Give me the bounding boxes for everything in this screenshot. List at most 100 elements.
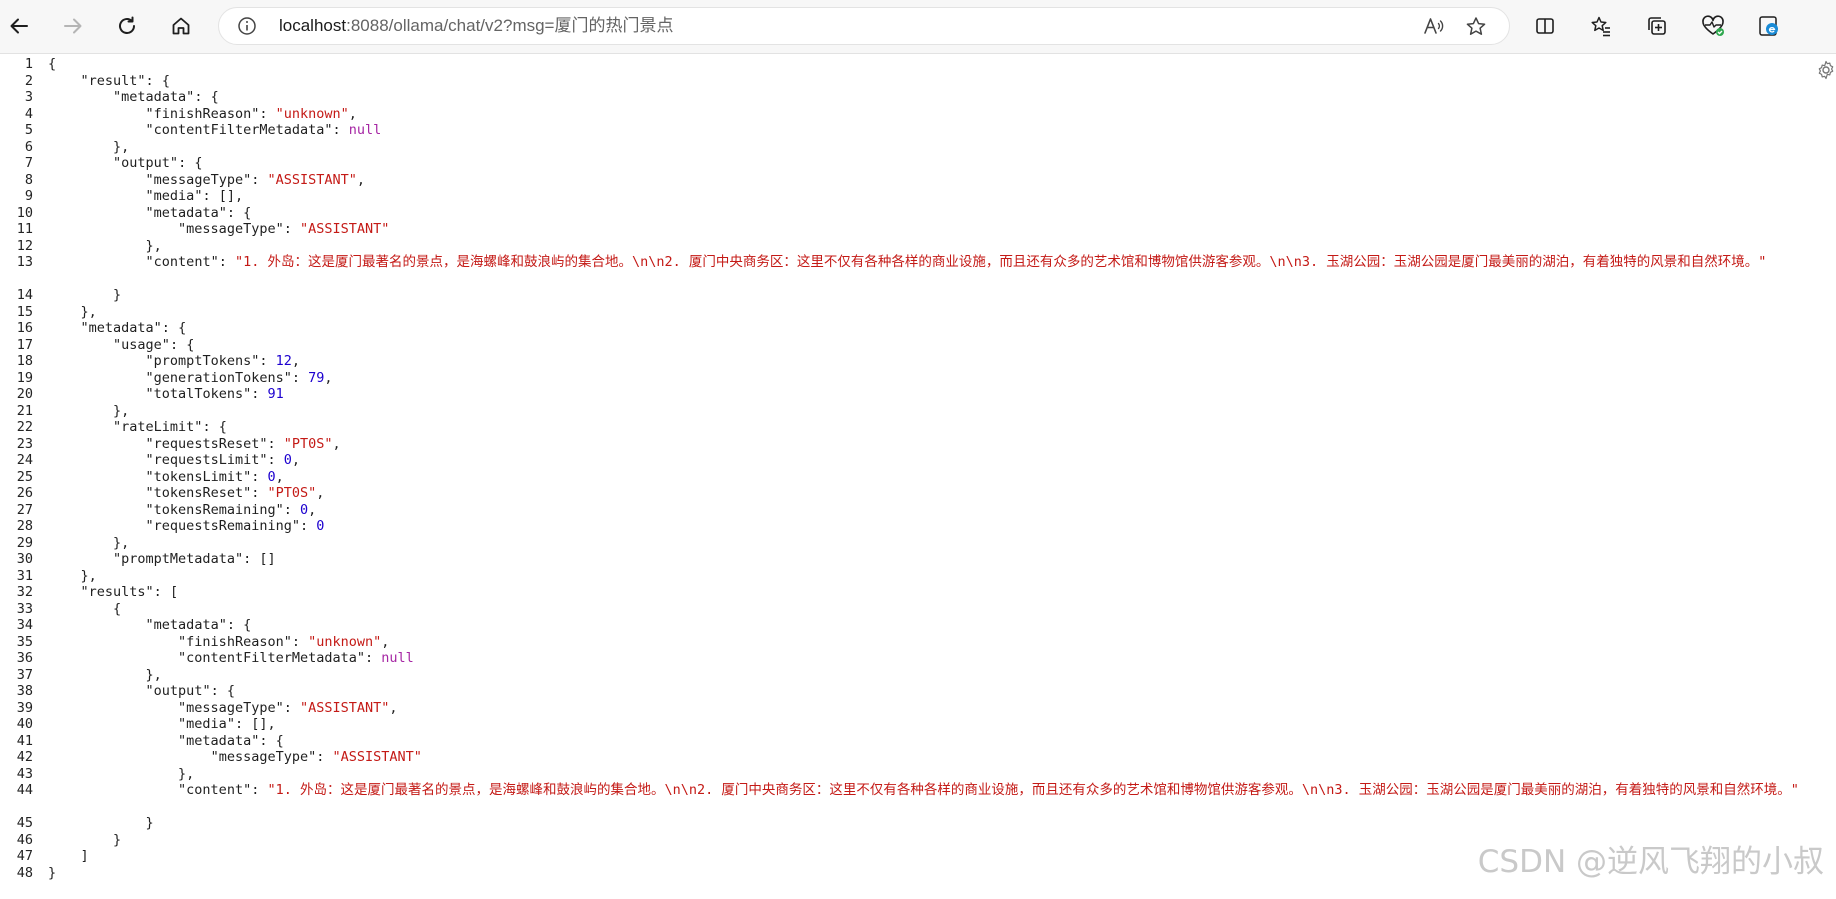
line-number: 14 — [16, 287, 33, 303]
code-line: 36 "contentFilterMetadata": null — [0, 650, 1836, 667]
line-number: 6 — [24, 138, 33, 155]
code-line: 9 "media": [], — [0, 188, 1836, 205]
address-bar[interactable]: localhost:8088/ollama/chat/v2?msg=厦门的热门景… — [218, 7, 1510, 45]
code-line: 40 "media": [], — [0, 716, 1836, 733]
code-line: 41 "metadata": { — [0, 733, 1836, 750]
edge-button[interactable] — [1752, 9, 1786, 43]
info-icon[interactable] — [237, 16, 257, 40]
line-number: 33 — [16, 600, 33, 617]
code-line: 30 "promptMetadata": [] — [0, 551, 1836, 568]
code-line: 8 "messageType": "ASSISTANT", — [0, 172, 1836, 189]
line-content: "rateLimit": { — [113, 419, 227, 435]
line-number: 3 — [24, 89, 33, 105]
line-number: 10 — [16, 204, 33, 221]
line-number: 34 — [16, 617, 33, 633]
line-content: "finishReason": "unknown", — [145, 105, 357, 122]
refresh-icon — [119, 16, 135, 34]
line-content: }, — [48, 303, 97, 320]
line-content: "metadata": { — [80, 320, 187, 336]
line-number: 15 — [16, 303, 33, 320]
line-number: 20 — [16, 386, 33, 402]
code-line: 10 "metadata": { — [0, 205, 1836, 222]
line-number: 35 — [16, 633, 33, 650]
line-number: 30 — [16, 551, 33, 567]
line-content: "messageType": "ASSISTANT", — [145, 171, 366, 188]
code-line: 6 }, — [0, 139, 1836, 156]
browser-toolbar: localhost:8088/ollama/chat/v2?msg=厦门的热门景… — [0, 0, 1836, 54]
line-content: "output": { — [145, 683, 235, 699]
code-line: 35 "finishReason": "unknown", — [0, 634, 1836, 651]
code-line: 42 "messageType": "ASSISTANT" — [0, 749, 1836, 766]
read-aloud-icon[interactable] — [1423, 16, 1445, 40]
line-content: "requestsRemaining": 0 — [145, 518, 325, 534]
split-screen-button[interactable] — [1528, 9, 1562, 43]
line-number: 37 — [16, 666, 33, 683]
line-number: 7 — [24, 155, 33, 171]
line-content: "messageType": "ASSISTANT" — [210, 749, 422, 765]
code-line: 7 "output": { — [0, 155, 1836, 172]
url-text[interactable]: localhost:8088/ollama/chat/v2?msg=厦门的热门景… — [279, 16, 673, 36]
line-number: 32 — [16, 584, 33, 600]
code-line: 39 "messageType": "ASSISTANT", — [0, 700, 1836, 717]
line-content: "metadata": { — [178, 732, 284, 749]
line-content: "tokensRemaining": 0, — [145, 501, 317, 518]
code-line: 3 "metadata": { — [0, 89, 1836, 106]
code-line: 44 "content": "1. 外岛：这是厦门最著名的景点，是海螺峰和鼓浪屿… — [0, 782, 1836, 815]
line-number: 8 — [24, 171, 33, 188]
line-content: "metadata": { — [113, 89, 219, 105]
line-content: "content": "1. 外岛：这是厦门最著名的景点，是海螺峰和鼓浪屿的集合… — [178, 782, 1799, 798]
line-content: { — [48, 600, 122, 617]
favorites-button[interactable] — [1584, 9, 1618, 43]
code-line: 27 "tokensRemaining": 0, — [0, 502, 1836, 519]
line-number: 46 — [16, 831, 33, 848]
line-content: "tokensReset": "PT0S", — [145, 485, 325, 501]
line-content: "requestsLimit": 0, — [145, 452, 301, 468]
url-path: :8088/ollama/chat/v2?msg=厦门的热门景点 — [346, 16, 674, 35]
line-content: "usage": { — [113, 336, 195, 353]
favorite-star-icon[interactable] — [1465, 16, 1487, 41]
line-number: 38 — [16, 683, 33, 699]
line-number: 12 — [16, 237, 33, 254]
forward-button[interactable] — [56, 9, 90, 43]
line-content: "contentFilterMetadata": null — [178, 650, 414, 666]
refresh-button[interactable] — [110, 9, 144, 43]
url-host: localhost — [279, 16, 347, 35]
line-content: "finishReason": "unknown", — [178, 633, 390, 650]
line-number: 22 — [16, 419, 33, 435]
line-number: 41 — [16, 732, 33, 749]
code-line: 2 "result": { — [0, 73, 1836, 90]
code-line: 34 "metadata": { — [0, 617, 1836, 634]
line-number: 40 — [16, 716, 33, 732]
line-content: "output": { — [113, 155, 203, 171]
line-number: 43 — [16, 765, 33, 782]
collections-button[interactable] — [1640, 9, 1674, 43]
code-line: 31 }, — [0, 568, 1836, 585]
performance-button[interactable] — [1696, 9, 1730, 43]
json-viewer: 1{2 "result": {3 "metadata": {4 "finishR… — [0, 56, 1836, 881]
line-content: "media": [], — [145, 188, 244, 204]
line-content: } — [48, 815, 154, 831]
line-content: "metadata": { — [145, 617, 252, 633]
line-content: "generationTokens": 79, — [145, 369, 333, 386]
line-number: 16 — [16, 320, 33, 336]
code-line: 15 }, — [0, 304, 1836, 321]
line-content: "results": [ — [80, 584, 179, 600]
line-content: "requestsReset": "PT0S", — [145, 435, 341, 452]
line-number: 13 — [16, 254, 33, 270]
code-line: 29 }, — [0, 535, 1836, 552]
code-line: 21 }, — [0, 403, 1836, 420]
line-number: 45 — [16, 815, 33, 831]
back-icon — [10, 18, 28, 34]
code-line: 4 "finishReason": "unknown", — [0, 106, 1836, 123]
line-content: "contentFilterMetadata": null — [145, 122, 382, 138]
back-button[interactable] — [2, 9, 36, 43]
performance-icon — [1702, 15, 1724, 36]
code-line: 18 "promptTokens": 12, — [0, 353, 1836, 370]
line-content: "metadata": { — [145, 204, 252, 221]
code-line: 5 "contentFilterMetadata": null — [0, 122, 1836, 139]
home-button[interactable] — [164, 9, 198, 43]
line-number: 36 — [16, 650, 33, 666]
code-line: 38 "output": { — [0, 683, 1836, 700]
code-line: 16 "metadata": { — [0, 320, 1836, 337]
line-content: "totalTokens": 91 — [145, 386, 284, 402]
